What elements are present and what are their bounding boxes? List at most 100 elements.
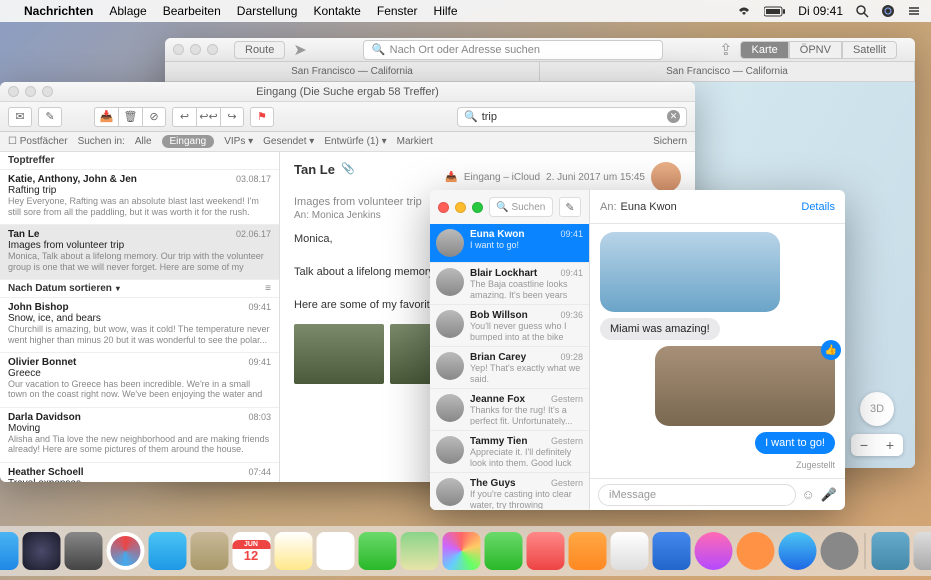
filter-drafts[interactable]: Entwürfe (1) ▾ bbox=[324, 136, 386, 147]
dock-contacts[interactable] bbox=[190, 532, 228, 570]
message-thread[interactable]: Miami was amazing! 👍 I want to go! Zuges… bbox=[590, 224, 845, 478]
maps-zoom-button[interactable] bbox=[207, 44, 218, 55]
maps-search-field[interactable]: 🔍 Nach Ort oder Adresse suchen bbox=[363, 40, 663, 60]
received-message-bubble[interactable]: Miami was amazing! bbox=[600, 318, 720, 340]
dock-ibooks[interactable] bbox=[736, 532, 774, 570]
siri-icon[interactable] bbox=[881, 4, 895, 18]
dock-launchpad[interactable] bbox=[64, 532, 102, 570]
dock-appstore[interactable] bbox=[778, 532, 816, 570]
notification-center-icon[interactable] bbox=[907, 5, 921, 17]
maps-tab-map[interactable]: Karte bbox=[740, 41, 788, 59]
sent-message-bubble[interactable]: I want to go! bbox=[755, 432, 835, 454]
mail-list-item[interactable]: Olivier Bonnet09:41 GreeceOur vacation t… bbox=[0, 353, 279, 408]
messages-compose-button[interactable]: ✎ bbox=[559, 197, 581, 217]
attachment-image[interactable] bbox=[294, 324, 384, 384]
dock-finder[interactable] bbox=[0, 532, 18, 570]
maps-zoom-in-button[interactable]: + bbox=[877, 434, 903, 456]
filter-vips[interactable]: VIPs ▾ bbox=[224, 136, 253, 147]
conversation-item[interactable]: Bob Willson09:36 You'll never guess who … bbox=[430, 305, 589, 347]
mail-close-button[interactable] bbox=[8, 86, 19, 97]
mail-flag-button[interactable]: ⚑ bbox=[250, 107, 274, 127]
menu-edit[interactable]: Bearbeiten bbox=[163, 4, 221, 18]
dock-keynote[interactable] bbox=[652, 532, 690, 570]
mail-list-item[interactable]: Katie, Anthony, John & Jen03.08.17 Rafti… bbox=[0, 170, 279, 225]
dock-notes[interactable] bbox=[274, 532, 312, 570]
maps-tab-transit[interactable]: ÖPNV bbox=[789, 41, 842, 59]
spotlight-icon[interactable] bbox=[855, 4, 869, 18]
messages-zoom-button[interactable] bbox=[472, 202, 483, 213]
dock-itunes[interactable] bbox=[694, 532, 732, 570]
microphone-icon[interactable]: 🎤 bbox=[821, 487, 837, 503]
menu-view[interactable]: Darstellung bbox=[237, 4, 298, 18]
dock-siri[interactable] bbox=[22, 532, 60, 570]
filter-all[interactable]: Alle bbox=[135, 136, 152, 147]
mail-list-item[interactable]: Heather Schoell07:44 Travel expensesMoni… bbox=[0, 463, 279, 482]
dock-photobooth[interactable] bbox=[526, 532, 564, 570]
maps-close-button[interactable] bbox=[173, 44, 184, 55]
dock-facetime[interactable] bbox=[484, 532, 522, 570]
mail-minimize-button[interactable] bbox=[25, 86, 36, 97]
mail-list-item[interactable]: Tan Le02.06.17 Images from volunteer tri… bbox=[0, 225, 279, 280]
mail-search-field[interactable]: 🔍 trip ✕ bbox=[457, 107, 687, 127]
conversation-item[interactable]: The GuysGestern If you're casting into c… bbox=[430, 473, 589, 510]
maps-titlebar[interactable]: Route ➤ 🔍 Nach Ort oder Adresse suchen ⇪… bbox=[165, 38, 915, 62]
maps-minimize-button[interactable] bbox=[190, 44, 201, 55]
mailboxes-toggle[interactable]: ☐ Postfächer bbox=[8, 136, 68, 147]
messages-minimize-button[interactable] bbox=[455, 202, 466, 213]
conversation-item[interactable]: Tammy TienGestern Appreciate it. I'll de… bbox=[430, 431, 589, 473]
menu-clock[interactable]: Di 09:41 bbox=[798, 4, 843, 18]
dock-pages[interactable] bbox=[568, 532, 606, 570]
dock-mail[interactable] bbox=[148, 532, 186, 570]
messages-search-field[interactable]: 🔍 Suchen bbox=[489, 197, 553, 217]
app-menu[interactable]: Nachrichten bbox=[24, 4, 93, 18]
attachment-icon[interactable]: 📎 bbox=[341, 162, 355, 192]
filter-save-button[interactable]: Sichern bbox=[653, 136, 687, 147]
mail-reply-button[interactable]: ↩ bbox=[172, 107, 196, 127]
dock-numbers[interactable] bbox=[610, 532, 648, 570]
maps-breadcrumb-left[interactable]: San Francisco — California bbox=[165, 62, 540, 81]
conversation-item[interactable]: Blair Lockhart09:41 The Baja coastline l… bbox=[430, 263, 589, 305]
mail-message-list[interactable]: Toptreffer Katie, Anthony, John & Jen03.… bbox=[0, 152, 280, 482]
filter-sent[interactable]: Gesendet ▾ bbox=[263, 136, 314, 147]
filter-inbox[interactable]: Eingang bbox=[162, 135, 215, 148]
menu-help[interactable]: Hilfe bbox=[434, 4, 458, 18]
messages-details-button[interactable]: Details bbox=[801, 201, 835, 213]
mail-reply-all-button[interactable]: ↩↩ bbox=[196, 107, 220, 127]
dock-messages[interactable] bbox=[358, 532, 396, 570]
filter-flagged[interactable]: Markiert bbox=[397, 136, 433, 147]
mail-forward-button[interactable]: ↪ bbox=[220, 107, 244, 127]
dock-system-preferences[interactable] bbox=[820, 532, 858, 570]
dock-photos[interactable] bbox=[442, 532, 480, 570]
sender-avatar[interactable] bbox=[651, 162, 681, 192]
wifi-icon[interactable] bbox=[736, 5, 752, 17]
emoji-icon[interactable]: ☺ bbox=[802, 487, 815, 502]
message-input-field[interactable]: iMessage bbox=[598, 484, 796, 506]
mail-list-item[interactable]: Darla Davidson08:03 MovingAlisha and Tia… bbox=[0, 408, 279, 463]
battery-icon[interactable] bbox=[764, 6, 786, 17]
location-arrow-icon[interactable]: ➤ bbox=[293, 40, 306, 60]
mail-list-item[interactable]: John Bishop09:41 Snow, ice, and bearsChu… bbox=[0, 298, 279, 353]
maps-tab-satellite[interactable]: Satellit bbox=[842, 41, 897, 59]
maps-3d-button[interactable]: 3D bbox=[860, 392, 894, 426]
conversation-item[interactable]: Jeanne FoxGestern Thanks for the rug! It… bbox=[430, 389, 589, 431]
menu-file[interactable]: Ablage bbox=[109, 4, 146, 18]
menu-window[interactable]: Fenster bbox=[377, 4, 418, 18]
sent-image-bubble[interactable]: 👍 bbox=[655, 346, 835, 426]
maps-route-button[interactable]: Route bbox=[234, 41, 285, 59]
dock-calendar[interactable]: JUN12 bbox=[232, 532, 270, 570]
maps-breadcrumb-right[interactable]: San Francisco — California bbox=[540, 62, 915, 81]
received-image-bubble[interactable] bbox=[600, 232, 780, 312]
conversation-item[interactable]: Euna Kwon09:41 I want to go! bbox=[430, 224, 589, 263]
mail-compose-button[interactable]: ✎ bbox=[38, 107, 62, 127]
dock-downloads[interactable] bbox=[871, 532, 909, 570]
conversation-item[interactable]: Brian Carey09:28 Yep! That's exactly wha… bbox=[430, 347, 589, 389]
dock-safari[interactable] bbox=[106, 532, 144, 570]
messages-close-button[interactable] bbox=[438, 202, 449, 213]
menu-contacts[interactable]: Kontakte bbox=[313, 4, 360, 18]
section-sort-by-date[interactable]: Nach Datum sortieren▾ ≡ bbox=[0, 280, 279, 298]
share-icon[interactable]: ⇪ bbox=[719, 40, 732, 60]
dock-maps[interactable] bbox=[400, 532, 438, 570]
mail-search-clear-button[interactable]: ✕ bbox=[667, 110, 680, 123]
conversation-list[interactable]: Euna Kwon09:41 I want to go! Blair Lockh… bbox=[430, 224, 589, 510]
dock-reminders[interactable] bbox=[316, 532, 354, 570]
